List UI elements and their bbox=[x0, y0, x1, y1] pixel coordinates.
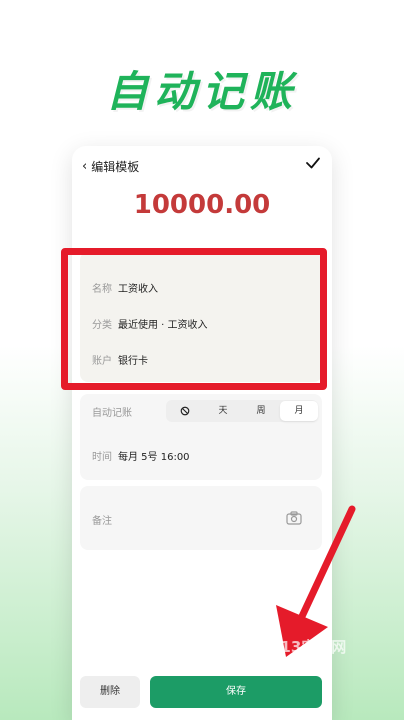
frequency-month[interactable]: 月 bbox=[280, 401, 318, 421]
back-button[interactable]: ‹ 编辑模板 bbox=[82, 158, 139, 175]
note-row: 备注 bbox=[92, 512, 118, 527]
page-title: 编辑模板 bbox=[91, 160, 140, 174]
save-button[interactable]: 保存 bbox=[150, 676, 322, 708]
auto-record-label: 自动记账 bbox=[92, 408, 132, 419]
time-label: 时间 bbox=[92, 452, 112, 463]
headline: 自动记账 bbox=[105, 67, 298, 116]
delete-button[interactable]: 删除 bbox=[80, 676, 140, 708]
auto-record-row: 自动记账 bbox=[92, 404, 132, 419]
prohibited-icon bbox=[180, 406, 190, 415]
amount-display[interactable]: 10000.00 bbox=[72, 190, 332, 220]
frequency-segmented-control: 天 周 月 bbox=[166, 400, 318, 422]
chevron-left-icon: ‹ bbox=[82, 159, 88, 174]
highlight-frame bbox=[61, 248, 327, 390]
frequency-off[interactable] bbox=[166, 401, 204, 421]
watermark: 913安卓网 bbox=[270, 638, 347, 656]
frequency-week[interactable]: 周 bbox=[242, 401, 280, 421]
frequency-day[interactable]: 天 bbox=[204, 401, 242, 421]
auto-record-card: 自动记账 天 周 月 时间 每月 5号 16:00 bbox=[80, 394, 322, 480]
time-row[interactable]: 时间 每月 5号 16:00 bbox=[92, 448, 190, 463]
check-icon[interactable] bbox=[304, 154, 322, 172]
top-bar: ‹ 编辑模板 bbox=[72, 146, 332, 186]
time-value: 每月 5号 16:00 bbox=[118, 452, 190, 463]
note-label: 备注 bbox=[92, 516, 112, 527]
